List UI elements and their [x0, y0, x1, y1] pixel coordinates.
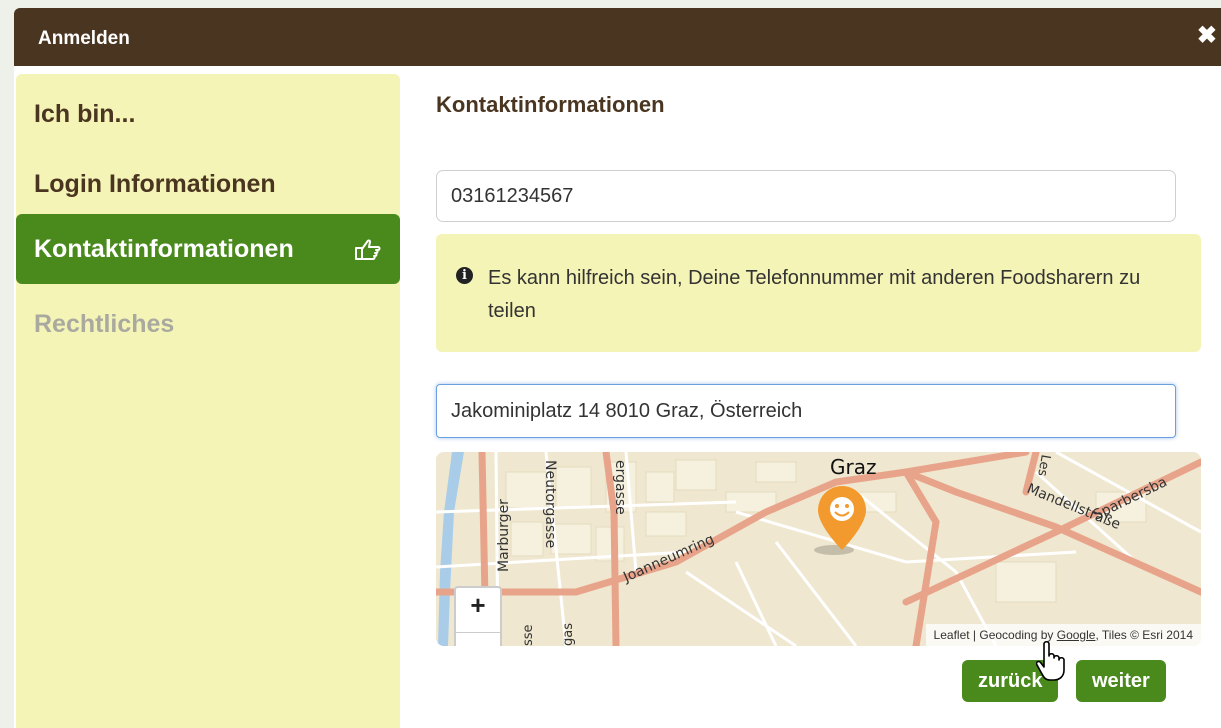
map-zoom-control: +: [454, 586, 502, 646]
map-tiles: Graz Marburger Neutorgasse ergasse Joann…: [436, 452, 1201, 646]
attribution-suffix: , Tiles © Esri 2014: [1095, 628, 1193, 642]
hand-pointer-right-icon: [354, 214, 382, 284]
page-title: Kontaktinformationen: [436, 92, 665, 117]
address-input[interactable]: [436, 384, 1176, 438]
sidebar-item-login-informationen[interactable]: Login Informationen: [16, 152, 400, 216]
location-map[interactable]: Graz Marburger Neutorgasse ergasse Joann…: [436, 452, 1201, 646]
sidebar-item-rechtliches: Rechtliches: [16, 292, 400, 356]
sidebar-item-label: Rechtliches: [34, 310, 175, 338]
map-label-sse: sse: [521, 624, 536, 646]
contact-form: Kontaktinformationen i Es kann hilfreich…: [434, 74, 1202, 728]
zoom-divider: [456, 632, 500, 633]
close-icon[interactable]: ✖: [1197, 24, 1217, 48]
sidebar-item-label: Kontaktinformationen: [34, 235, 294, 263]
dialog-titlebar: Anmelden ✖: [14, 8, 1221, 66]
dialog-title: Anmelden: [38, 28, 130, 49]
signup-dialog: Anmelden ✖ Ich bin... Login Informatione…: [14, 8, 1221, 728]
wizard-sidebar: Ich bin... Login Informationen Kontaktin…: [16, 74, 400, 728]
sidebar-item-ich-bin[interactable]: Ich bin...: [16, 82, 400, 146]
info-circle-icon: i: [456, 267, 473, 284]
map-label-ergasse: ergasse: [612, 460, 628, 515]
zoom-in-button[interactable]: +: [456, 590, 500, 621]
map-label-neutorgasse: Neutorgasse: [542, 460, 558, 548]
info-text: Es kann hilfreich sein, Deine Telefonnum…: [488, 267, 1141, 322]
phone-input[interactable]: [436, 170, 1176, 222]
sidebar-item-kontaktinformationen[interactable]: Kontaktinformationen: [16, 214, 400, 284]
sidebar-item-label: Ich bin...: [34, 100, 136, 128]
sidebar-item-label: Login Informationen: [34, 170, 276, 198]
info-box: i Es kann hilfreich sein, Deine Telefonn…: [436, 234, 1201, 352]
map-label-marburger: Marburger: [496, 499, 512, 572]
hand-cursor-icon: [1036, 640, 1065, 681]
map-label-graz: Graz: [830, 455, 876, 479]
map-label-gasse: gas: [561, 623, 576, 646]
next-button[interactable]: weiter: [1076, 660, 1166, 702]
